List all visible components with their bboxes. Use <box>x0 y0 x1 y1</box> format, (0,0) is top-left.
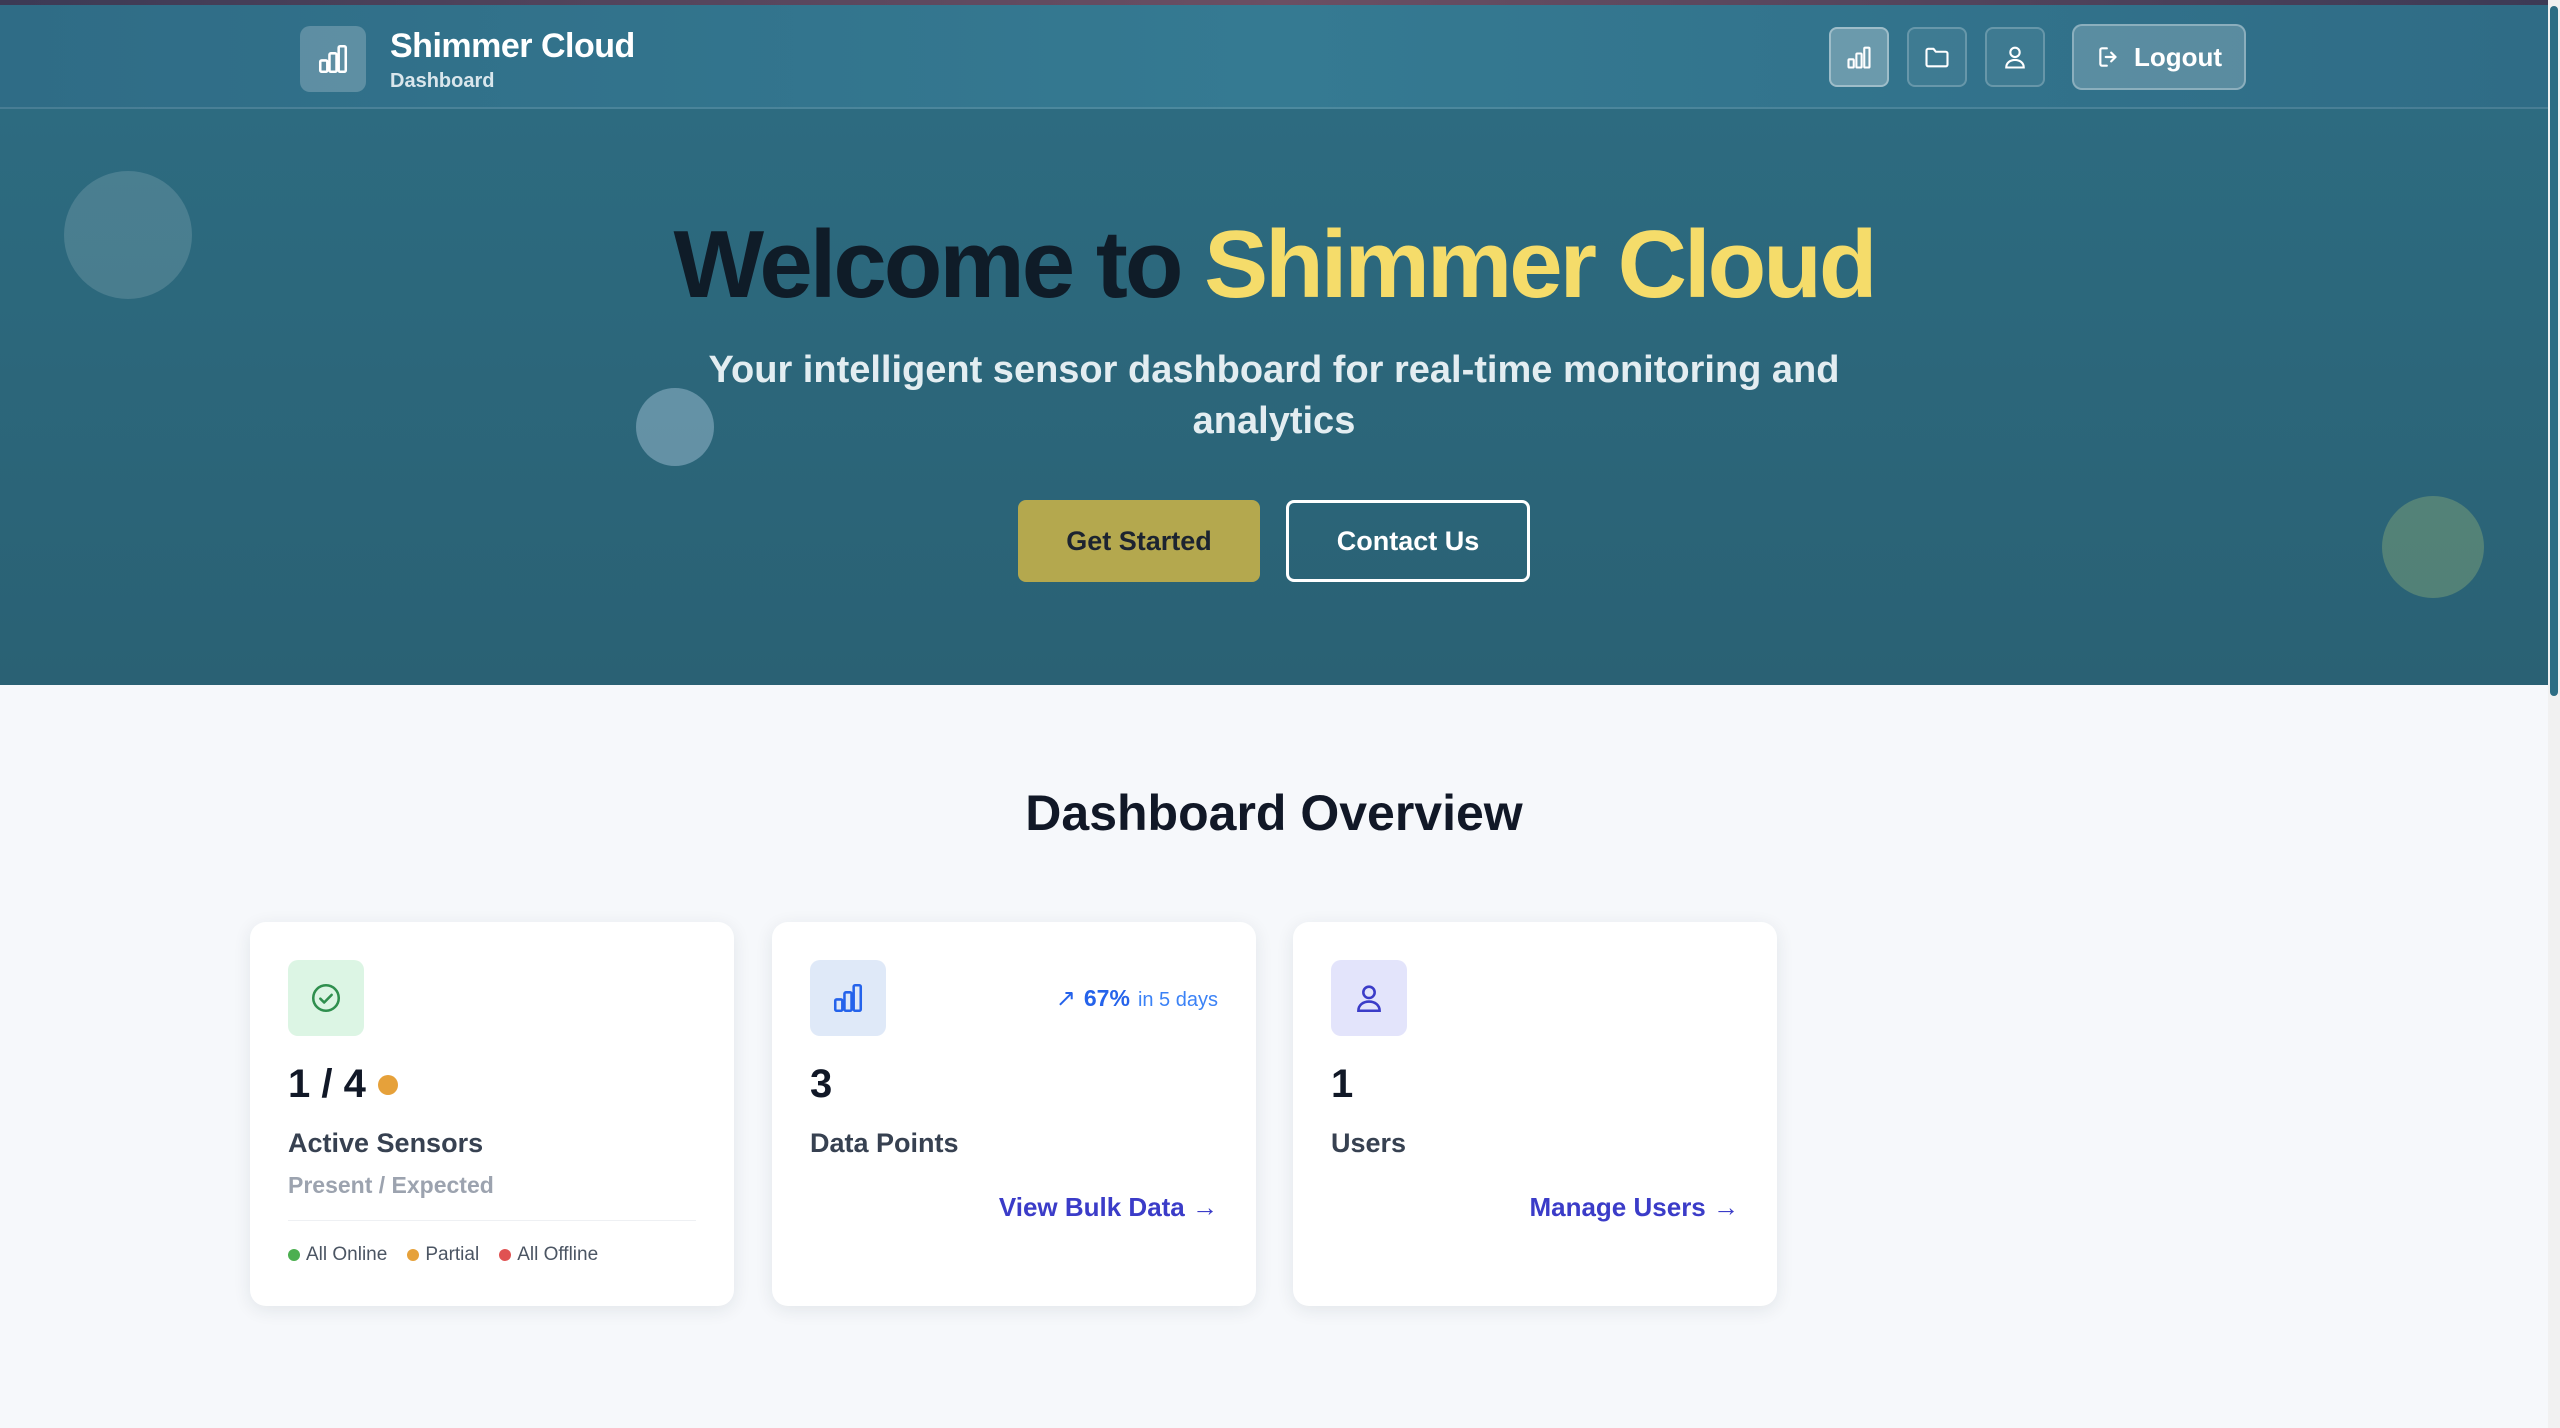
trend-indicator: ↗ 67% in 5 days <box>1056 984 1218 1013</box>
hero-title-prefix: Welcome to <box>673 211 1183 318</box>
sensor-count-value: 1 / 4 <box>288 1062 366 1106</box>
legend-item-online: All Online <box>288 1244 387 1266</box>
bar-chart-icon <box>833 983 863 1013</box>
logout-button[interactable]: Logout <box>2072 24 2246 90</box>
bar-chart-icon <box>318 44 348 74</box>
check-circle-icon <box>311 983 341 1013</box>
hero-title: Welcome to Shimmer Cloud <box>0 207 2548 322</box>
section-title: Dashboard Overview <box>1025 785 1523 841</box>
hero-title-brand: Shimmer Cloud <box>1204 211 1877 318</box>
decorative-circle <box>2382 496 2484 598</box>
folder-icon <box>1925 47 1949 68</box>
hero-section: Welcome to Shimmer Cloud Your intelligen… <box>0 109 2548 685</box>
legend-label: All Online <box>306 1244 388 1265</box>
legend-item-partial: Partial <box>407 1244 479 1266</box>
nav-files-button[interactable] <box>1907 27 1967 87</box>
nav-dashboard-button[interactable] <box>1829 27 1889 87</box>
divider <box>288 1220 696 1221</box>
view-bulk-data-link[interactable]: View Bulk Data → <box>999 1192 1218 1223</box>
trend-percent: 67% <box>1083 985 1130 1011</box>
legend-item-offline: All Offline <box>499 1244 598 1266</box>
get-started-button[interactable]: Get Started <box>1018 500 1260 582</box>
logo[interactable] <box>300 26 366 92</box>
card-label: Users <box>1331 1128 1407 1158</box>
card-label: Data Points <box>810 1128 959 1158</box>
logout-label: Logout <box>2133 41 2223 72</box>
hero-subtitle: Your intelligent sensor dashboard for re… <box>708 349 1840 442</box>
legend-dot <box>499 1249 512 1261</box>
nav-profile-button[interactable] <box>1985 27 2045 87</box>
card-icon-badge <box>288 960 364 1036</box>
brand-title: Shimmer Cloud <box>390 27 635 65</box>
card-sublabel: Present / Expected <box>288 1172 494 1198</box>
users-card: 1 Users Manage Users → <box>1293 922 1777 1306</box>
brand-subtitle: Dashboard <box>390 70 495 92</box>
sensor-count: 1 / 4 <box>288 1062 398 1107</box>
data-points-value: 3 <box>810 1062 833 1106</box>
app-header: Shimmer Cloud Dashboard Logout <box>0 5 2548 109</box>
user-icon <box>2005 46 2025 69</box>
legend-dot <box>407 1249 420 1261</box>
user-icon <box>1357 985 1381 1013</box>
legend-dot <box>288 1249 300 1261</box>
manage-users-link[interactable]: Manage Users → <box>1529 1192 1739 1223</box>
active-sensors-card: 1 / 4 Active Sensors Present / Expected … <box>250 922 734 1306</box>
legend-label: Partial <box>425 1244 480 1265</box>
card-icon-badge <box>1331 960 1407 1036</box>
logout-icon <box>2099 47 2117 67</box>
status-legend: All Online Partial All Offline <box>288 1244 598 1266</box>
contact-us-button[interactable]: Contact Us <box>1286 500 1530 582</box>
scrollbar-thumb[interactable] <box>2550 6 2558 696</box>
card-label: Active Sensors <box>288 1128 484 1158</box>
trend-up-icon: ↗ <box>1055 985 1076 1012</box>
trend-note: in 5 days <box>1137 989 1218 1011</box>
data-points-card: ↗ 67% in 5 days 3 Data Points View Bulk … <box>772 922 1256 1306</box>
legend-label: All Offline <box>517 1244 599 1265</box>
card-icon-badge <box>810 960 886 1036</box>
status-indicator-dot <box>377 1074 398 1095</box>
users-value: 1 <box>1331 1062 1354 1106</box>
bar-chart-icon <box>1847 46 1871 69</box>
